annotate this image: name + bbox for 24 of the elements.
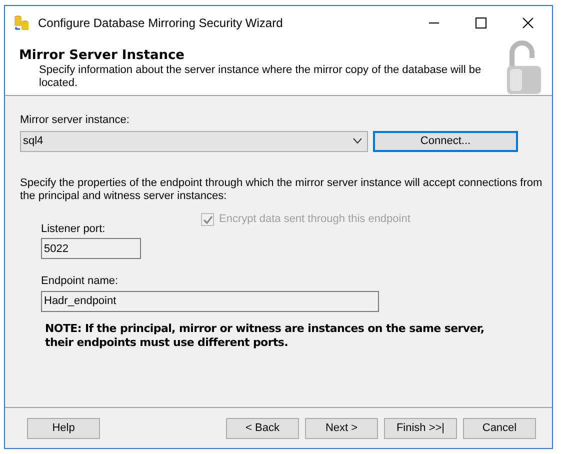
field-label: Endpoint name: — [41, 274, 120, 289]
dropdown-value: sql4 — [23, 134, 44, 149]
padlock-icon — [504, 40, 544, 95]
page-description: Specify information about the server instance where the mirror copy of the database will be located. — [38, 64, 482, 90]
database-icon — [13, 14, 30, 31]
note-text: NOTE: If the principal, mirror or witness are instances on the same server, their endpoints must use different ports. — [45, 322, 485, 350]
field-label: Mirror server instance: — [20, 113, 130, 128]
window-title: Configure Database Mirroring Security Wizard — [38, 14, 283, 32]
server-dropdown[interactable]: sql4 — [20, 130, 368, 152]
wizard-button[interactable]: Next > — [305, 418, 378, 438]
field-label: Listener port: — [41, 222, 106, 236]
page-title: Mirror Server Instance — [19, 48, 186, 64]
connect-button[interactable]: Connect... — [373, 130, 518, 152]
checkbox-label: Encrypt data sent through this endpoint — [219, 212, 410, 228]
wizard-button[interactable]: Cancel — [463, 418, 536, 438]
listener-port-field[interactable]: 5022 — [41, 238, 141, 259]
maximize-icon[interactable] — [475, 16, 487, 28]
close-icon[interactable] — [522, 16, 534, 28]
chevron-down-icon — [353, 138, 362, 144]
wizard-button[interactable]: Finish >>| — [384, 418, 457, 438]
wizard-button[interactable]: < Back — [226, 418, 299, 438]
endpoint-name-field[interactable]: Hadr_endpoint — [41, 290, 379, 312]
wizard-button[interactable]: Help — [27, 418, 100, 438]
endpoint-description: Specify the properties of the endpoint through which the mirror server instance will accept connections from the principal and witness server instances: — [20, 176, 544, 202]
